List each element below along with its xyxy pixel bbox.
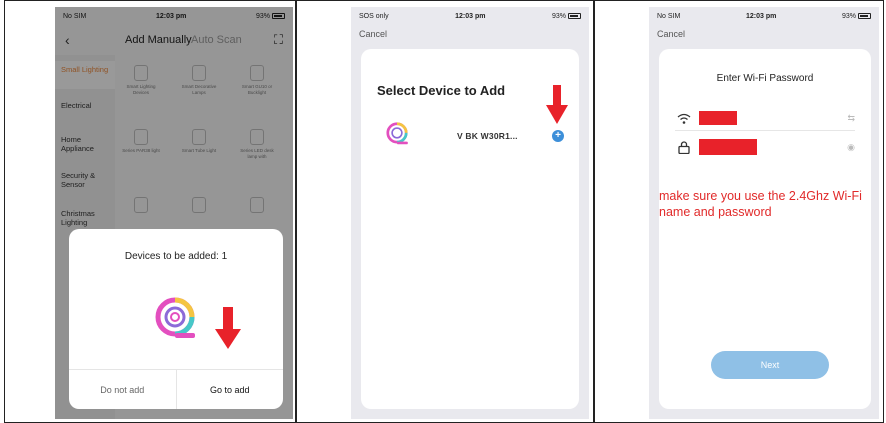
red-down-arrow-icon xyxy=(546,85,568,124)
battery-indicator: 93% xyxy=(842,13,871,20)
phone-screen-2: SOS only 12:03 pm 93% Cancel Select Devi… xyxy=(351,7,589,419)
panel-1: No SIM 12:03 pm 93% ‹ Add Manually Auto … xyxy=(4,0,296,423)
panel-3: No SIM 12:03 pm 93% Cancel Enter Wi-Fi P… xyxy=(594,0,884,423)
dialog-title: Devices to be added: 1 xyxy=(124,251,228,262)
redacted-wifi-name xyxy=(699,111,737,125)
battery-indicator: 93% xyxy=(552,13,581,20)
dialog-button-row: Do not add Go to add xyxy=(69,369,283,409)
cancel-button[interactable]: Cancel xyxy=(359,29,387,39)
battery-text: 93% xyxy=(841,12,856,20)
device-name: V BK W30R1... xyxy=(457,131,518,141)
battery-text: 93% xyxy=(551,12,566,20)
card-title: Enter Wi-Fi Password xyxy=(716,73,814,84)
carrier-text: SOS only xyxy=(359,12,389,20)
device-logo-icon xyxy=(155,297,195,338)
status-bar: SOS only 12:03 pm 93% xyxy=(351,7,589,25)
wifi-icon xyxy=(677,113,691,124)
next-button[interactable]: Next xyxy=(711,351,829,379)
tutorial-frame: No SIM 12:03 pm 93% ‹ Add Manually Auto … xyxy=(0,0,886,423)
add-plus-icon[interactable]: + xyxy=(552,130,564,142)
swap-icon[interactable]: ⇆ xyxy=(847,113,855,124)
clock-text: 12:03 pm xyxy=(455,12,486,20)
do-not-add-button[interactable]: Do not add xyxy=(69,370,177,409)
go-to-add-button[interactable]: Go to add xyxy=(177,370,284,409)
phone-screen-3: No SIM 12:03 pm 93% Cancel Enter Wi-Fi P… xyxy=(649,7,879,419)
wifi-password-card: Enter Wi-Fi Password ⇆ ◉ make sure you u… xyxy=(659,49,871,409)
lock-icon xyxy=(678,140,690,154)
clock-text: 12:03 pm xyxy=(745,12,777,20)
card-title: Select Device to Add xyxy=(377,83,506,98)
cancel-button[interactable]: Cancel xyxy=(657,29,685,39)
battery-icon xyxy=(567,12,581,19)
panel-2: SOS only 12:03 pm 93% Cancel Select Devi… xyxy=(296,0,594,423)
wifi-name-field[interactable]: ⇆ xyxy=(675,107,855,131)
red-down-arrow-icon xyxy=(215,307,241,349)
phone-screen-1: No SIM 12:03 pm 93% ‹ Add Manually Auto … xyxy=(55,7,293,419)
wifi-band-note: make sure you use the 2.4Ghz Wi-Fi name … xyxy=(659,189,862,219)
add-device-dialog: Devices to be added: 1 Do not add Go to … xyxy=(69,229,283,409)
eye-icon[interactable]: ◉ xyxy=(847,142,855,153)
device-logo-icon xyxy=(386,122,408,145)
status-bar: No SIM 12:03 pm 93% xyxy=(649,7,879,25)
redacted-wifi-password xyxy=(699,139,757,155)
wifi-password-field[interactable]: ◉ xyxy=(675,135,855,159)
carrier-text: No SIM xyxy=(657,12,681,20)
select-device-card: Select Device to Add V BK W30R1... + xyxy=(361,49,579,409)
battery-icon xyxy=(858,12,871,19)
